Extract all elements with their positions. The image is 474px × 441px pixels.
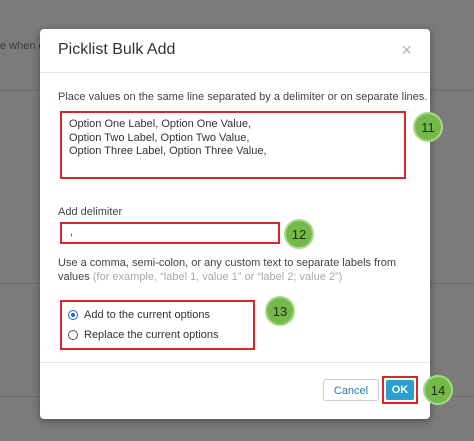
ok-button-label: OK [386, 380, 414, 400]
instructions-text: Place values on the same line separated … [58, 91, 428, 103]
dialog-header: Picklist Bulk Add × [40, 29, 430, 73]
step-callout-13: 13 [265, 296, 295, 326]
values-line: Option Three Label, Option Three Value, [69, 145, 267, 157]
background-partial-text: e when c [0, 40, 45, 52]
ok-button[interactable]: OK [382, 376, 418, 404]
radio-label: Replace the current options [84, 329, 219, 341]
step-callout-11: 11 [413, 112, 443, 142]
close-icon[interactable]: × [401, 40, 412, 61]
values-line: Option Two Label, Option Two Value, [69, 131, 250, 144]
values-line: Option One Label, Option One Value, [69, 118, 252, 130]
picklist-bulk-add-dialog: Picklist Bulk Add × Place values on the … [40, 29, 430, 419]
step-callout-12: 12 [284, 219, 314, 249]
radio-selected-icon[interactable] [68, 310, 78, 320]
merge-mode-radio-group: Add to the current options Replace the c… [60, 300, 255, 350]
values-textarea[interactable]: Option One Label, Option One Value, Opti… [60, 111, 406, 179]
delimiter-input[interactable]: , [60, 222, 280, 244]
help-example-text: (for example, “label 1, value 1” or “lab… [92, 271, 343, 283]
delimiter-label: Add delimiter [58, 206, 123, 218]
radio-unselected-icon[interactable] [68, 330, 78, 340]
delimiter-help-text: Use a comma, semi-colon, or any custom t… [58, 256, 398, 284]
footer-divider [40, 362, 430, 363]
step-callout-14: 14 [423, 375, 453, 405]
radio-add-to-current[interactable]: Add to the current options [68, 309, 210, 321]
radio-label: Add to the current options [84, 309, 210, 321]
dialog-title: Picklist Bulk Add [58, 41, 176, 58]
radio-replace-current[interactable]: Replace the current options [68, 329, 219, 341]
cancel-button[interactable]: Cancel [323, 379, 379, 401]
